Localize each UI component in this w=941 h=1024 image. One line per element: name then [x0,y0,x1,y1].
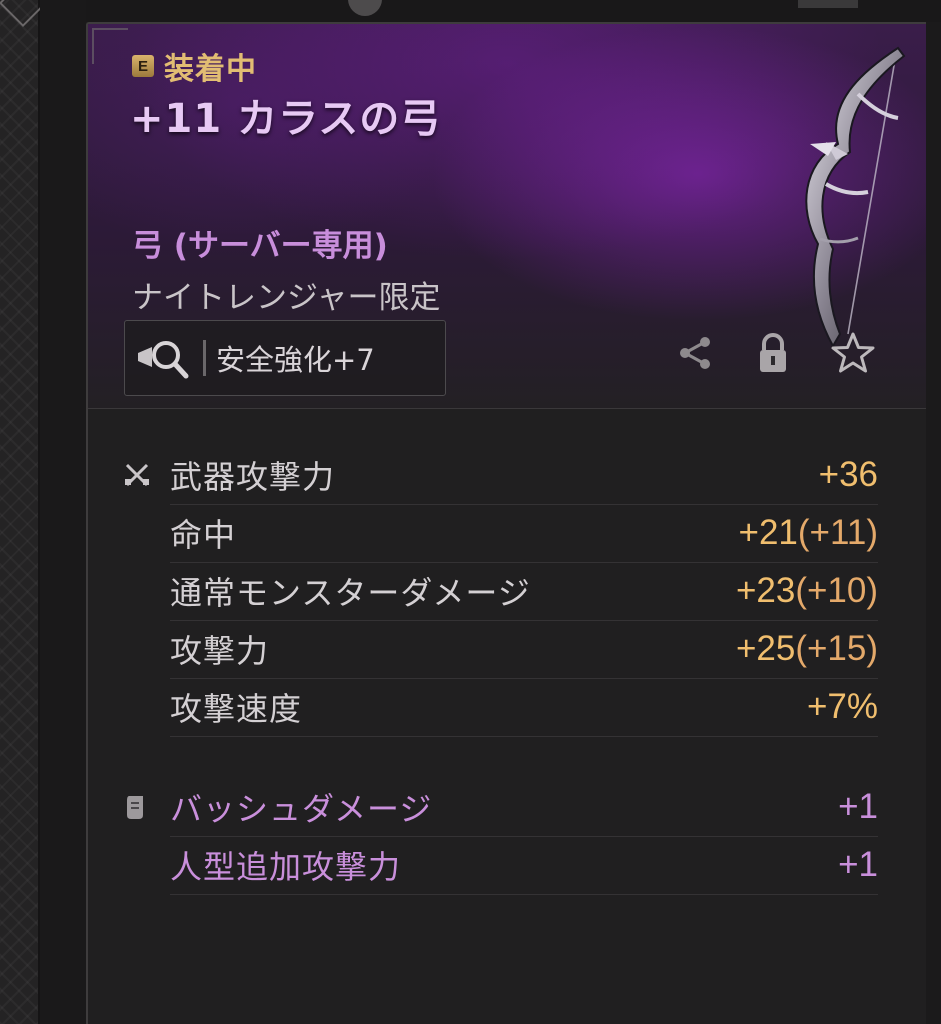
special-stat-label: バッシュダメージ [170,790,433,828]
right-edge-strip [926,22,941,1024]
stat-row-monster-damage: 通常モンスターダメージ +23(+10) [170,562,878,621]
star-icon[interactable] [830,330,876,376]
scroll-icon [122,792,152,822]
stat-value: +7% [806,687,878,726]
background-gap [40,0,86,1024]
equip-status-text: 装着中 [164,52,257,87]
corner-ornament [92,28,128,64]
equip-badge-icon: E [132,55,154,77]
stat-row-humanoid-attack: 人型追加攻撃力 +1 [170,836,878,895]
item-tooltip-panel: E 装着中 +11 カラスの弓 弓 (サーバー専用) ナイトレンジャー限定 安全… [86,22,930,1024]
bow-item-image [805,46,906,349]
stat-value: +21(+11) [738,513,878,552]
top-circle-button[interactable] [348,0,382,16]
stat-label: 命中 [170,516,237,554]
top-bar [86,0,941,22]
lock-icon[interactable] [750,330,796,376]
left-ornament-strip [0,0,48,1024]
safe-enhance-divider [203,340,206,376]
safe-enhance-box[interactable]: 安全強化+7 [124,320,446,396]
stat-bonus: (+10) [795,571,878,610]
top-block [798,0,858,8]
stat-label: 攻撃力 [170,632,270,670]
equip-status-row: E 装着中 [132,44,257,88]
stat-bonus: (+15) [795,629,878,668]
game-screen: E 装着中 +11 カラスの弓 弓 (サーバー専用) ナイトレンジャー限定 安全… [0,0,941,1024]
stat-label: 武器攻撃力 [170,458,336,496]
magnify-icon [125,321,203,395]
share-icon[interactable] [672,330,718,376]
stat-value: +23(+10) [735,571,878,610]
item-type: 弓 (サーバー専用) [132,228,388,264]
safe-enhance-label: 安全強化+7 [216,343,375,377]
weapon-attack-icon [122,460,152,490]
stat-row-weapon-attack: 武器攻撃力 +36 [170,446,878,505]
item-name: +11 カラスの弓 [130,96,442,142]
stat-row-bash-damage: バッシュダメージ +1 [170,778,878,837]
stat-value: +36 [818,455,878,494]
stat-label: 攻撃速度 [170,690,303,728]
stat-value: +25(+15) [735,629,878,668]
special-stat-label: 人型追加攻撃力 [170,848,402,886]
stat-label: 通常モンスターダメージ [170,574,531,612]
special-stat-value: +1 [838,787,878,826]
item-tooltip-header: E 装着中 +11 カラスの弓 弓 (サーバー専用) ナイトレンジャー限定 安全… [88,24,928,409]
stat-row-accuracy: 命中 +21(+11) [170,504,878,563]
stat-row-attack-speed: 攻撃速度 +7% [170,678,878,737]
stat-row-attack: 攻撃力 +25(+15) [170,620,878,679]
class-restriction: ナイトレンジャー限定 [132,280,441,316]
special-stat-value: +1 [838,845,878,884]
stat-bonus: (+11) [797,513,878,552]
